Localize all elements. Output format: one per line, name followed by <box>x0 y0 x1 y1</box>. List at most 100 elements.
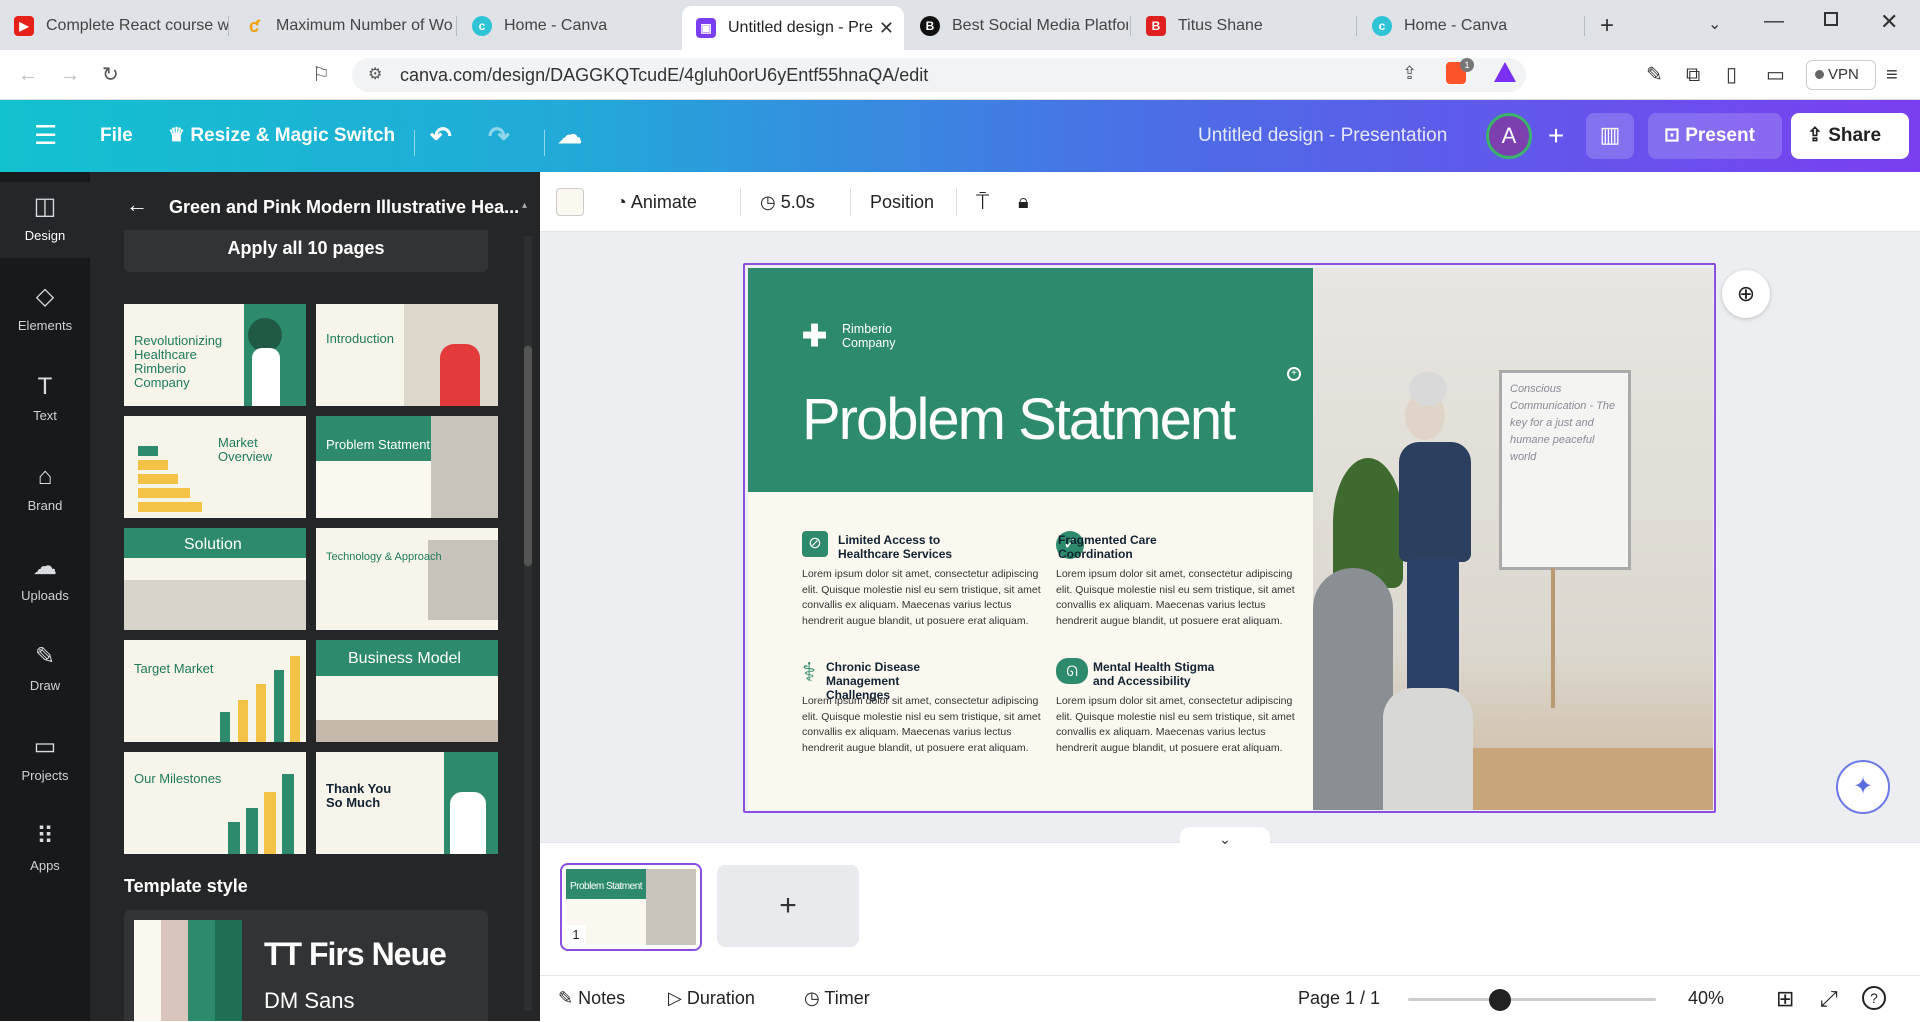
sidebar-item-brand[interactable]: ⌂ Brand <box>0 452 90 528</box>
brave-rewards-icon[interactable] <box>1494 62 1516 82</box>
template-thumb-2[interactable]: Introduction <box>316 304 498 406</box>
forward-icon[interactable]: → <box>60 63 80 87</box>
browser-tab-maxwords[interactable]: ƈ Maximum Number of Wo <box>230 6 454 46</box>
avatar[interactable]: A <box>1486 113 1532 159</box>
template-thumb-10[interactable]: Thank You So Much <box>316 752 498 854</box>
lock-icon[interactable]: 🔒︎ <box>1018 190 1029 214</box>
sidebar-item-label: Text <box>33 408 57 423</box>
close-tab-icon[interactable]: ✕ <box>879 18 894 39</box>
browser-tab-social[interactable]: B Best Social Media Platfor <box>906 6 1128 46</box>
sidebar-item-projects[interactable]: ▭ Projects <box>0 722 90 798</box>
site-info-icon[interactable]: ⚙ <box>368 64 382 84</box>
maximize-icon[interactable] <box>1824 12 1838 26</box>
template-thumb-9[interactable]: Our Milestones <box>124 752 306 854</box>
redo-icon[interactable]: ↷ <box>488 123 510 149</box>
share-page-icon[interactable]: ⇪ <box>1402 63 1417 84</box>
template-thumb-5[interactable]: Solution <box>124 528 306 630</box>
animate-icon: ◔ <box>616 192 631 212</box>
pen-icon[interactable]: ✎ <box>1646 63 1663 87</box>
page-indicator[interactable]: Page 1 / 1 <box>1298 988 1380 1009</box>
browser-tab-react[interactable]: ▶ Complete React course w <box>0 6 228 46</box>
magic-assistant-icon[interactable]: ✦ <box>1836 760 1890 814</box>
panel-scrollbar[interactable] <box>524 236 532 1011</box>
template-thumb-8[interactable]: Business Model <box>316 640 498 742</box>
collapse-pages-chevron-icon[interactable]: ⌄ <box>1180 827 1270 847</box>
sidebar-item-label: Projects <box>21 768 69 783</box>
url-text: canva.com/design/DAGGKQTcudE/4gluh0orU6y… <box>400 65 929 85</box>
browser-tab-titus[interactable]: B Titus Shane <box>1132 6 1354 46</box>
grid-view-icon[interactable]: ⊞ <box>1776 986 1794 1012</box>
sidebar-item-text[interactable]: T Text <box>0 362 90 438</box>
page-thumbnail-1[interactable]: Problem Statment 1 <box>560 863 702 951</box>
sidebar-toggle-icon[interactable]: ▯ <box>1726 63 1737 87</box>
reload-icon[interactable]: ↻ <box>102 63 119 87</box>
duration-toggle-button[interactable]: ▷ Duration <box>668 988 755 1009</box>
elements-icon: ◇ <box>35 283 55 310</box>
present-button[interactable]: ⊡ Present <box>1648 113 1782 159</box>
vpn-status-icon <box>1815 70 1824 79</box>
sidebar-item-design[interactable]: ◫ Design <box>0 182 90 258</box>
add-page-button[interactable]: + <box>717 865 859 947</box>
paint-roller-icon[interactable]: ⍑ <box>976 190 989 214</box>
vpn-button[interactable]: VPN <box>1806 60 1876 90</box>
browser-tab-canva-home[interactable]: c Home - Canva <box>458 6 680 46</box>
help-icon[interactable]: ? <box>1862 986 1886 1010</box>
add-comment-icon[interactable]: ⊕ <box>1722 270 1770 318</box>
new-tab-icon[interactable]: + <box>1600 12 1614 40</box>
browser-tab-untitled-design[interactable]: ▣ Untitled design - Pre ✕ <box>682 6 904 50</box>
position-button[interactable]: Position <box>870 190 934 214</box>
bookmark-icon[interactable]: ⚐ <box>312 63 330 87</box>
timer-button[interactable]: ◷ Timer <box>804 988 870 1009</box>
sidebar-item-uploads[interactable]: ☁ Uploads <box>0 542 90 618</box>
browser-menu-icon[interactable]: ≡ <box>1886 63 1898 87</box>
apply-all-pages-button[interactable]: Apply all 10 pages <box>124 230 488 272</box>
tab-title: Maximum Number of Wo <box>276 17 453 34</box>
template-thumb-3[interactable]: Market Overview <box>124 416 306 518</box>
back-arrow-icon[interactable]: ← <box>126 192 148 218</box>
template-thumb-4[interactable]: Problem Statment <box>316 416 498 518</box>
template-thumb-6[interactable]: Technology & Approach <box>316 528 498 630</box>
background-color-swatch[interactable] <box>556 188 584 216</box>
thumb-title: Business Model <box>348 650 461 667</box>
add-collaborator-icon[interactable]: + <box>1538 118 1574 154</box>
document-title[interactable]: Untitled design - Presentation <box>1198 124 1447 148</box>
minimize-icon[interactable]: — <box>1764 10 1784 33</box>
wallet-icon[interactable]: ▭ <box>1766 63 1785 87</box>
sidebar-item-elements[interactable]: ◇ Elements <box>0 272 90 348</box>
duration-button[interactable]: ◷ 5.0s <box>760 190 815 214</box>
undo-icon[interactable]: ↶ <box>430 123 452 149</box>
zoom-level[interactable]: 40% <box>1688 988 1724 1009</box>
zoom-slider[interactable] <box>1408 989 1656 1011</box>
share-button[interactable]: ⇪ Share <box>1791 113 1909 159</box>
template-style-card[interactable]: TT Firs Neue DM Sans <box>124 910 488 1021</box>
main-menu-icon[interactable]: ☰ <box>34 122 57 148</box>
scrollbar-thumb[interactable] <box>524 346 532 566</box>
back-icon[interactable]: ← <box>18 63 38 87</box>
insights-chart-icon[interactable]: ▥ <box>1586 113 1634 159</box>
duration-label: 5.0s <box>780 192 815 212</box>
tab-title: Titus Shane <box>1178 17 1263 34</box>
page-strip: ⌄ Problem Statment 1 + ✎ Notes ▷ Duratio… <box>540 827 1920 1021</box>
notes-button[interactable]: ✎ Notes <box>558 988 625 1009</box>
fullscreen-icon[interactable]: ⤢ <box>1820 986 1838 1012</box>
resize-magic-switch-button[interactable]: ♛ Resize & Magic Switch <box>168 124 395 148</box>
sidebar-item-label: Draw <box>29 678 61 693</box>
extensions-icon[interactable]: ⧉ <box>1686 63 1700 87</box>
url-field[interactable]: ⚙ canva.com/design/DAGGKQTcudE/4gluh0orU… <box>352 58 1526 92</box>
animate-button[interactable]: ◔ Animate <box>616 190 697 214</box>
timer-icon: ◷ <box>804 988 825 1008</box>
close-window-icon[interactable]: ✕ <box>1880 9 1898 35</box>
template-thumb-7[interactable]: Target Market <box>124 640 306 742</box>
sidebar-item-label: Brand <box>27 498 63 513</box>
canva-design-icon: ▣ <box>696 18 716 38</box>
tab-title: Best Social Media Platfor <box>952 17 1128 34</box>
template-thumb-1[interactable]: Revolutionizing Healthcare Rimberio Comp… <box>124 304 306 406</box>
browser-tab-canva-home-2[interactable]: c Home - Canva <box>1358 6 1580 46</box>
tab-search-chevron-icon[interactable]: ⌄ <box>1708 14 1721 34</box>
zoom-slider-thumb[interactable] <box>1489 989 1512 1011</box>
sidebar-item-apps[interactable]: ⠿ Apps <box>0 812 90 888</box>
sidebar-item-draw[interactable]: ✎ Draw <box>0 632 90 708</box>
cloud-saved-icon[interactable]: ☁ <box>558 124 582 148</box>
file-menu[interactable]: File <box>100 124 133 148</box>
scroll-up-icon[interactable]: ▴ <box>522 200 532 211</box>
